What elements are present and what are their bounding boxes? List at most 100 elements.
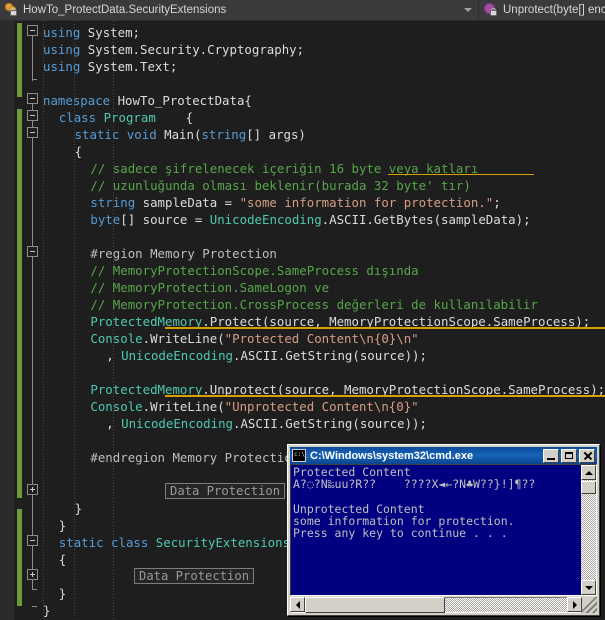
outlining-margin[interactable]	[25, 21, 43, 620]
type-navigation-dropdown[interactable]: HowTo_ProtectData.SecurityExtensions	[0, 0, 478, 20]
scroll-left-arrow	[296, 601, 300, 609]
code-token: [] args)	[246, 127, 306, 142]
code-token: static	[59, 535, 104, 550]
collapsed-region[interactable]: Data Protection	[165, 483, 285, 499]
code-line: class Program {	[59, 109, 193, 126]
collapsed-region[interactable]: Data Protection	[134, 568, 254, 584]
code-token: UnicodeEncoding	[121, 348, 233, 363]
code-token: "Unprotected Content\n{0}"	[225, 399, 419, 414]
code-token: string	[90, 195, 135, 210]
code-token: // MemoryProtection.SameLogon ve	[90, 280, 329, 295]
code-token: SecurityExtensions	[148, 535, 290, 550]
command-prompt-window[interactable]: C:\Windows\system32\cmd.exe Protected Co…	[287, 444, 600, 616]
code-token: void	[119, 127, 156, 142]
member-navigation-label: Unprotect(byte[] encr	[503, 4, 605, 16]
code-token: // MemoryProtectionScope.SameProcess dış…	[90, 263, 418, 278]
code-token: }	[43, 603, 50, 618]
chevron-down-icon[interactable]	[464, 8, 472, 12]
code-token: .ASCII.GetString(source));	[233, 348, 427, 363]
outline-collapse-button[interactable]	[27, 110, 38, 121]
code-token: UnicodeEncoding	[210, 212, 322, 227]
indent-guide-0	[43, 21, 44, 620]
code-token: Program	[96, 110, 156, 125]
outline-expand-button[interactable]	[27, 484, 38, 495]
class-locked-icon	[3, 2, 19, 18]
code-token: using	[43, 42, 80, 57]
code-token: System.Security.Cryptography;	[80, 42, 304, 57]
code-line: }	[75, 500, 82, 517]
warning-underline	[165, 327, 605, 329]
code-line: string sampleData = "some information fo…	[90, 194, 500, 211]
console-title-bar[interactable]: C:\Windows\system32\cmd.exe	[290, 447, 597, 464]
code-line: }	[59, 517, 66, 534]
code-token: [] source =	[120, 212, 210, 227]
code-line: Console.WriteLine("Unprotected Content\n…	[90, 398, 418, 415]
code-line: namespace HowTo_ProtectData{	[43, 92, 252, 109]
member-navigation-dropdown[interactable]: Unprotect(byte[] encr	[478, 0, 605, 20]
code-token: .ASCII.GetString(source));	[233, 416, 427, 431]
outline-collapse-button[interactable]	[27, 246, 38, 257]
code-token: HowTo_ProtectData{	[110, 93, 252, 108]
code-token: ,	[106, 416, 121, 431]
outline-collapse-button[interactable]	[27, 535, 38, 546]
navigation-bar: HowTo_ProtectData.SecurityExtensions Unp…	[0, 0, 605, 21]
outline-end-tick	[32, 79, 37, 80]
maximize-button[interactable]	[561, 449, 577, 463]
scroll-up-button[interactable]	[581, 465, 596, 480]
code-line: using System.Security.Cryptography;	[43, 41, 304, 58]
console-output-area[interactable]: Protected Content A?◌?N‰uu?R?? ????X◄←?N…	[290, 464, 597, 596]
scroll-left-button[interactable]	[290, 597, 305, 612]
code-line: static void Main(string[] args)	[75, 126, 306, 143]
code-line: {	[75, 143, 82, 160]
code-line: // MemoryProtection.SameLogon ve	[90, 279, 329, 296]
outline-collapse-button[interactable]	[27, 93, 38, 104]
code-line: }	[59, 585, 66, 602]
scroll-down-arrow	[585, 586, 593, 590]
scroll-down-button[interactable]	[581, 580, 596, 595]
horizontal-scrollbar-thumb[interactable]	[305, 597, 445, 613]
minimize-button[interactable]	[543, 449, 559, 463]
type-navigation-label: HowTo_ProtectData.SecurityExtensions	[23, 4, 226, 16]
method-locked-icon	[483, 2, 499, 18]
console-output-text: Protected Content A?◌?N‰uu?R?? ????X◄←?N…	[293, 466, 573, 539]
code-line: , UnicodeEncoding.ASCII.GetString(source…	[106, 347, 427, 364]
vertical-scrollbar-thumb[interactable]	[581, 481, 596, 494]
code-line: #endregion Memory Protection	[90, 449, 299, 466]
scroll-right-button[interactable]	[567, 597, 582, 612]
code-token: System.Text;	[80, 59, 177, 74]
cmd-prompt-icon	[292, 449, 306, 462]
outline-collapse-button[interactable]	[27, 127, 38, 138]
close-button[interactable]	[579, 449, 595, 463]
code-token: UnicodeEncoding	[121, 416, 233, 431]
code-token: using	[43, 59, 80, 74]
outline-collapse-button[interactable]	[27, 25, 38, 36]
code-line: using System.Text;	[43, 58, 177, 75]
code-token: string	[201, 127, 246, 142]
code-token: class	[59, 110, 96, 125]
code-token: .WriteLine(	[143, 399, 225, 414]
code-line: Console.WriteLine("Protected Content\n{0…	[90, 330, 418, 347]
console-vertical-scrollbar[interactable]	[581, 465, 596, 595]
code-token: Console	[90, 331, 142, 346]
code-token: Main(	[157, 127, 202, 142]
console-horizontal-scrollbar[interactable]	[290, 597, 582, 613]
code-line: // MemoryProtectionScope.SameProcess dış…	[90, 262, 418, 279]
outline-expand-button[interactable]	[27, 569, 38, 580]
selection-margin[interactable]	[0, 21, 14, 620]
outline-connector	[32, 35, 33, 81]
code-line: using System;	[43, 24, 140, 41]
code-token: // uzunluğunda olması beklenir(burada 32…	[90, 178, 470, 193]
code-line: , UnicodeEncoding.ASCII.GetString(source…	[106, 415, 427, 432]
code-token: #region Memory Protection	[90, 246, 277, 261]
code-token: #endregion Memory Protection	[90, 450, 299, 465]
code-token: class	[104, 535, 149, 550]
code-token: System;	[80, 25, 140, 40]
code-token: "Protected Content\n{0}\n"	[225, 331, 419, 346]
code-line: // uzunluğunda olması beklenir(burada 32…	[90, 177, 470, 194]
change-bar	[17, 509, 22, 606]
code-line: }	[43, 602, 50, 619]
code-token: sampleData =	[135, 195, 239, 210]
change-tracking-margin	[17, 21, 22, 620]
code-token: byte	[90, 212, 120, 227]
resize-grip-icon[interactable]	[581, 597, 597, 613]
